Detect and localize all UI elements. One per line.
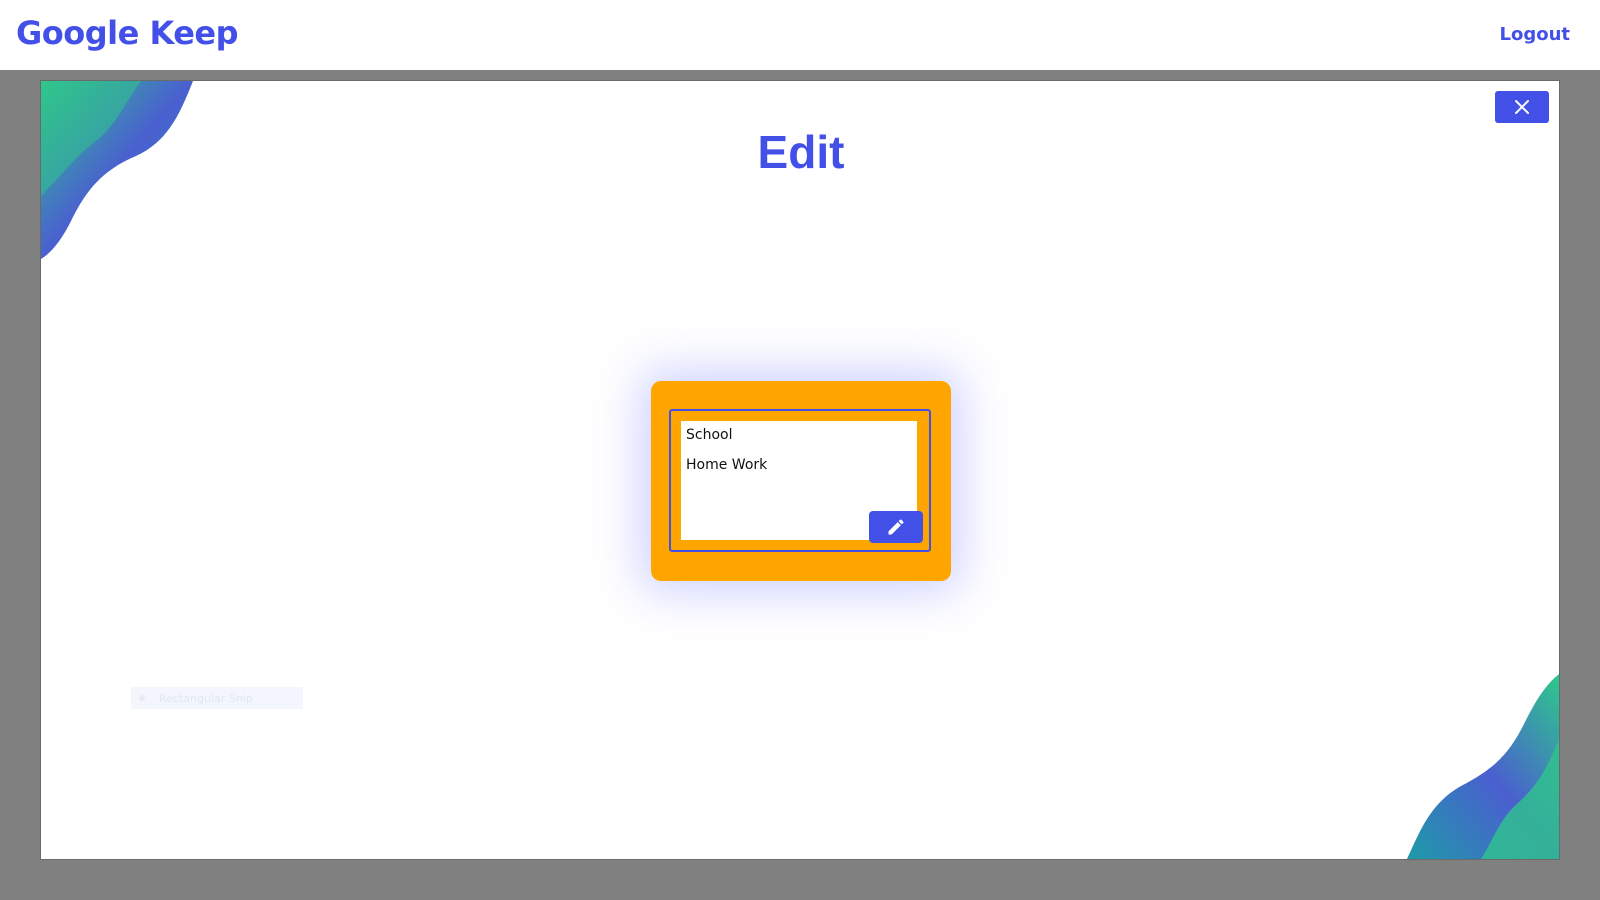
close-modal-button[interactable] bbox=[1495, 91, 1549, 123]
note-body-field[interactable]: Home Work bbox=[686, 457, 767, 473]
note-title-field[interactable]: School bbox=[686, 427, 732, 443]
ghost-snip-label: Rectangular Snip bbox=[159, 691, 253, 705]
close-icon bbox=[1515, 100, 1529, 114]
edit-modal: Edit School Home Work Rectangular Snip bbox=[40, 80, 1560, 860]
note-frame: School Home Work bbox=[669, 409, 931, 552]
note-card: School Home Work bbox=[651, 381, 951, 581]
edit-note-button[interactable] bbox=[869, 511, 923, 543]
modal-title: Edit bbox=[757, 126, 845, 178]
ghost-snip-overlay: Rectangular Snip bbox=[131, 687, 303, 709]
logout-link[interactable]: Logout bbox=[1499, 24, 1570, 45]
brand-logo[interactable]: Google Keep bbox=[16, 14, 239, 52]
navbar: Google Keep Logout bbox=[0, 0, 1600, 70]
ghost-dot-icon bbox=[139, 695, 145, 701]
decorative-wave-bottom-right bbox=[1407, 674, 1559, 859]
pencil-icon bbox=[888, 519, 904, 535]
